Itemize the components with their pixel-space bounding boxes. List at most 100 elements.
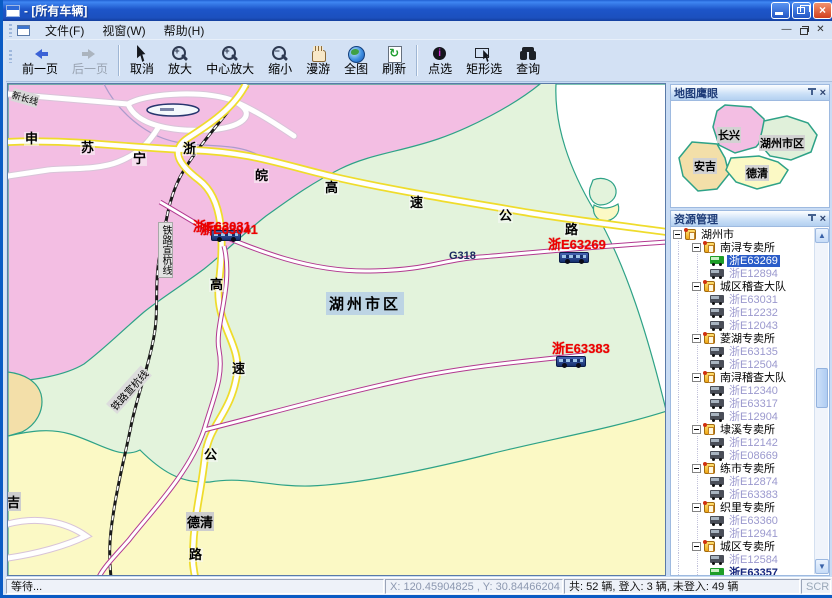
globe-icon <box>344 45 368 59</box>
toolbar-button-point-select[interactable]: 点选 <box>421 42 459 79</box>
toolbar-button-zoom-out[interactable]: −缩小 <box>261 42 299 79</box>
tree-vehicle-row[interactable]: 浙E63269 <box>672 254 814 267</box>
tree-expand-icon[interactable] <box>692 282 701 291</box>
tree-node-label: 埭溪专卖所 <box>718 424 777 436</box>
pin-icon[interactable] <box>807 88 816 98</box>
scroll-thumb[interactable] <box>816 368 828 408</box>
toolbar-button-forward[interactable]: 后一页 <box>65 42 115 79</box>
toolbar-button-rect-select[interactable]: 矩形选 <box>459 42 509 79</box>
tree-root-row[interactable]: 湖州市 <box>672 228 814 241</box>
tree-group-row[interactable]: 南浔专卖所 <box>672 241 814 254</box>
tree-vehicle-row[interactable]: 浙E12874 <box>672 475 814 488</box>
scroll-up-icon[interactable]: ▲ <box>815 228 829 243</box>
map-canvas[interactable]: 申苏宁浙皖高速公路高速公路G318湖州市区吉德清铁路宣杭线铁路宣杭线新长线 浙E… <box>7 83 666 576</box>
tree-connector <box>697 488 710 501</box>
vehicle-truck-icon[interactable] <box>559 252 589 263</box>
tree-group-row[interactable]: 练市专卖所 <box>672 462 814 475</box>
tree-node-label: 浙E12894 <box>727 268 780 280</box>
resource-tree: 湖州市南浔专卖所浙E63269浙E12894城区稽查大队浙E63031浙E122… <box>670 227 830 576</box>
toolbar-buttons: 前一页后一页取消 +放大+中心放大−缩小漫游全图刷新点选矩形选查询 <box>15 42 547 79</box>
map-label-road: 高 <box>209 278 224 292</box>
minimize-button[interactable] <box>771 2 790 19</box>
tree-connector <box>697 358 710 371</box>
tree-group-row[interactable]: 织里专卖所 <box>672 501 814 514</box>
pin-icon[interactable] <box>807 214 816 224</box>
tree-group-row[interactable]: 城区稽查大队 <box>672 280 814 293</box>
tree-expand-icon[interactable] <box>673 230 682 239</box>
menu-help[interactable]: 帮助(H) <box>155 20 214 41</box>
organization-icon <box>685 229 696 240</box>
tree-vehicle-row[interactable]: 浙E12142 <box>672 436 814 449</box>
tree-expand-icon[interactable] <box>692 542 701 551</box>
tree-vehicle-row[interactable]: 浙E12894 <box>672 267 814 280</box>
tree-vehicle-row[interactable]: 浙E12504 <box>672 358 814 371</box>
tree-group-row[interactable]: 菱湖专卖所 <box>672 332 814 345</box>
restore-button[interactable] <box>792 2 811 19</box>
menu-window[interactable]: 视窗(W) <box>93 20 154 41</box>
tree-vehicle-row[interactable]: 浙E63383 <box>672 488 814 501</box>
close-button[interactable]: × <box>813 2 832 19</box>
tree-group-row[interactable]: 埭溪专卖所 <box>672 423 814 436</box>
tree-vehicle-row[interactable]: 浙E12340 <box>672 384 814 397</box>
toolbar-button-pan[interactable]: 漫游 <box>299 42 337 79</box>
toolbar-button-zoom-in[interactable]: +放大 <box>161 42 199 79</box>
tree-expand-icon[interactable] <box>692 425 701 434</box>
mdi-document-icon[interactable] <box>17 25 30 36</box>
vehicle-plate-label[interactable]: 浙E63269 <box>548 234 606 253</box>
app-window: - [所有车辆] × 文件(F) 视窗(W) 帮助(H) — ✕ 前一页后一页取… <box>0 0 832 598</box>
tree-expand-icon[interactable] <box>692 334 701 343</box>
tree-group-row[interactable]: 南浔稽查大队 <box>672 371 814 384</box>
tree-group-row[interactable]: 城区专卖所 <box>672 540 814 553</box>
tree-node-label: 浙E12232 <box>727 307 780 319</box>
tree-vehicle-row[interactable]: 浙E12584 <box>672 553 814 566</box>
mdi-restore-icon[interactable] <box>796 23 811 37</box>
scroll-down-icon[interactable]: ▼ <box>815 559 829 574</box>
tree-vehicle-row[interactable]: 浙E63135 <box>672 345 814 358</box>
map-label-road: 高 <box>324 181 339 195</box>
tree-vehicle-row[interactable]: 浙E12232 <box>672 306 814 319</box>
toolbar-button-zoom-center[interactable]: +中心放大 <box>199 42 261 79</box>
vehicle-icon <box>710 477 724 485</box>
minimize-icon <box>775 12 783 15</box>
tree-node-label: 浙E63269 <box>727 255 780 267</box>
overview-map[interactable]: 长兴湖州市区安吉德清 <box>670 101 830 208</box>
overview-close-icon[interactable]: × <box>820 88 826 98</box>
mdi-close-icon[interactable]: ✕ <box>813 23 828 37</box>
toolbar-button-cursor[interactable]: 取消 <box>123 42 161 79</box>
map-label-road: 公 <box>498 209 513 223</box>
tree-connector <box>697 254 710 267</box>
tree-expand-icon[interactable] <box>692 503 701 512</box>
tree-vehicle-row[interactable]: 浙E12941 <box>672 527 814 540</box>
tree-node-label: 织里专卖所 <box>718 502 777 514</box>
menu-grip[interactable] <box>9 24 12 37</box>
tree-vehicle-row[interactable]: 浙E12043 <box>672 319 814 332</box>
toolbar-button-back[interactable]: 前一页 <box>15 42 65 79</box>
toolbar-button-refresh[interactable]: 刷新 <box>375 42 413 79</box>
vehicle-plate-label[interactable]: 浙E63383 <box>552 338 610 357</box>
resource-close-icon[interactable]: × <box>820 214 826 224</box>
toolbar-button-query[interactable]: 查询 <box>509 42 547 79</box>
toolbar-button-label: 取消 <box>130 60 154 77</box>
zoom-in-icon: + <box>168 45 192 59</box>
tree-vehicle-row[interactable]: 浙E08669 <box>672 449 814 462</box>
tree-vehicle-row[interactable]: 浙E63317 <box>672 397 814 410</box>
vehicle-icon <box>710 529 724 537</box>
tree-vehicle-row[interactable]: 浙E63360 <box>672 514 814 527</box>
vehicle-truck-icon[interactable] <box>556 356 586 367</box>
mdi-minimize-icon[interactable]: — <box>779 23 794 37</box>
tree-vehicle-row[interactable]: 浙E63357 <box>672 566 814 575</box>
tree-expand-icon[interactable] <box>692 373 701 382</box>
tree-scrollbar[interactable]: ▲ ▼ <box>814 228 828 574</box>
tree-node-label: 浙E63317 <box>727 398 780 410</box>
toolbar-button-globe[interactable]: 全图 <box>337 42 375 79</box>
tree-vehicle-row[interactable]: 浙E12904 <box>672 410 814 423</box>
tree-vehicle-row[interactable]: 浙E63031 <box>672 293 814 306</box>
tree-expand-icon[interactable] <box>692 464 701 473</box>
tree-expand-icon[interactable] <box>692 243 701 252</box>
tree-connector <box>697 306 710 319</box>
toolbar-grip[interactable] <box>9 50 12 63</box>
tree-connector <box>697 384 710 397</box>
query-icon <box>516 45 540 59</box>
menu-file[interactable]: 文件(F) <box>36 20 93 41</box>
vehicle-plate-label[interactable]: 浙E63041 <box>200 219 258 238</box>
